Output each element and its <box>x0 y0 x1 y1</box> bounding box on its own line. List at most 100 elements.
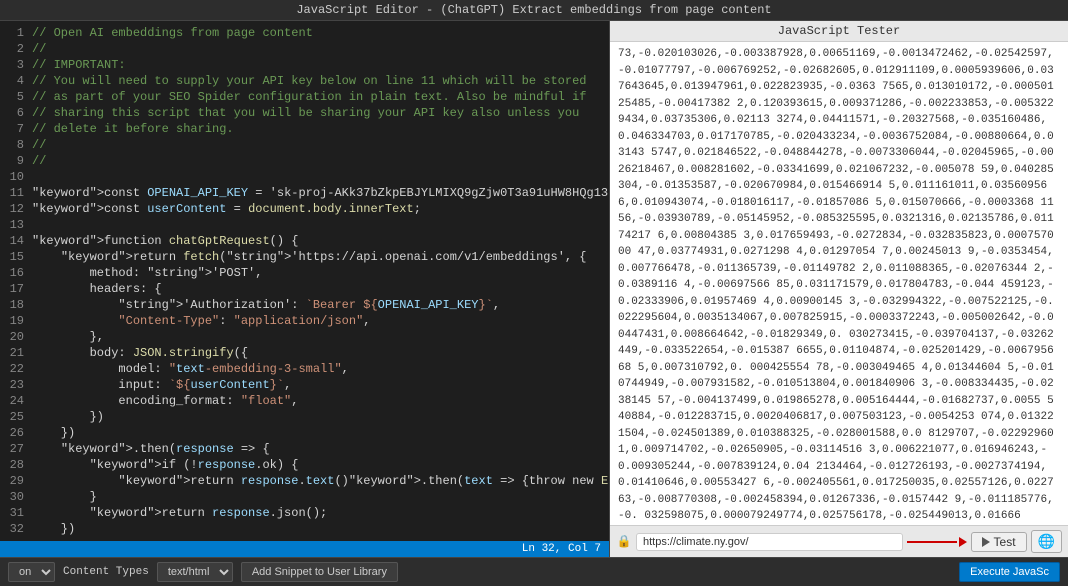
code-line: 25 }) <box>0 409 609 425</box>
code-line: 14"keyword">function chatGptRequest() { <box>0 233 609 249</box>
add-snippet-button[interactable]: Add Snippet to User Library <box>241 562 398 582</box>
tester-output[interactable]: 73,-0.020103026,-0.003387928,0.00651169,… <box>610 42 1068 525</box>
code-line: 24 encoding_format: "float", <box>0 393 609 409</box>
line-content: headers: { <box>32 281 609 297</box>
line-number: 11 <box>0 185 32 201</box>
line-content: "keyword">const OPENAI_API_KEY = 'sk-pro… <box>32 185 609 201</box>
line-content: // <box>32 41 609 57</box>
code-line: 26 }) <box>0 425 609 441</box>
line-number: 4 <box>0 73 32 89</box>
code-line: 9// <box>0 153 609 169</box>
line-content: body: JSON.stringify({ <box>32 345 609 361</box>
code-line: 27 "keyword">.then(response => { <box>0 441 609 457</box>
line-content: }, <box>32 329 609 345</box>
arrow-head <box>959 537 967 547</box>
code-line: 28 "keyword">if (!response.ok) { <box>0 457 609 473</box>
line-content: "keyword">if (!response.ok) { <box>32 457 609 473</box>
line-number: 27 <box>0 441 32 457</box>
line-number: 17 <box>0 281 32 297</box>
line-number: 20 <box>0 329 32 345</box>
test-button[interactable]: Test <box>971 532 1027 552</box>
globe-button[interactable]: 🌐 <box>1031 530 1062 553</box>
code-line: 10 <box>0 169 609 185</box>
line-number: 1 <box>0 25 32 41</box>
line-content: // Open AI embeddings from page content <box>32 25 609 41</box>
line-number: 16 <box>0 265 32 281</box>
mode-select[interactable]: on <box>8 562 55 582</box>
code-line: 30 } <box>0 489 609 505</box>
code-line: 20 }, <box>0 329 609 345</box>
code-area[interactable]: 1// Open AI embeddings from page content… <box>0 21 609 541</box>
code-line: 21 body: JSON.stringify({ <box>0 345 609 361</box>
code-editor: 1// Open AI embeddings from page content… <box>0 21 610 557</box>
code-line: 13 <box>0 217 609 233</box>
js-tester-panel: JavaScript Tester 73,-0.020103026,-0.003… <box>610 21 1068 557</box>
line-content: "keyword">.then(response => { <box>32 441 609 457</box>
line-content <box>32 169 609 185</box>
line-number: 5 <box>0 89 32 105</box>
bottom-toolbar: on Content Types text/html Add Snippet t… <box>0 557 1068 586</box>
line-content: input: `${userContent}`, <box>32 377 609 393</box>
code-line: 8// <box>0 137 609 153</box>
line-content <box>32 217 609 233</box>
line-number: 7 <box>0 121 32 137</box>
code-line: 32 }) <box>0 521 609 537</box>
line-content: } <box>32 489 609 505</box>
line-number: 21 <box>0 345 32 361</box>
line-content: "keyword">return response.json(); <box>32 505 609 521</box>
line-content: "keyword">const userContent = document.b… <box>32 201 609 217</box>
code-line: 12"keyword">const userContent = document… <box>0 201 609 217</box>
line-content: }) <box>32 409 609 425</box>
tester-title: JavaScript Tester <box>610 21 1068 42</box>
code-line: 7// delete it before sharing. <box>0 121 609 137</box>
line-content: // IMPORTANT: <box>32 57 609 73</box>
url-lock-icon: 🔒 <box>616 534 632 550</box>
line-content: encoding_format: "float", <box>32 393 609 409</box>
code-line: 4// You will need to supply your API key… <box>0 73 609 89</box>
code-line: 11"keyword">const OPENAI_API_KEY = 'sk-p… <box>0 185 609 201</box>
content-type-select[interactable]: text/html <box>157 562 233 582</box>
line-number: 29 <box>0 473 32 489</box>
line-content: // <box>32 137 609 153</box>
code-line: 19 "Content-Type": "application/json", <box>0 313 609 329</box>
line-content: "keyword">return fetch("string">'https:/… <box>32 249 609 265</box>
execute-button[interactable]: Execute JavaSc <box>959 562 1060 582</box>
test-button-label: Test <box>994 535 1016 549</box>
line-content: "keyword">return response.text()"keyword… <box>32 473 609 489</box>
line-number: 15 <box>0 249 32 265</box>
title-bar: JavaScript Editor - (ChatGPT) Extract em… <box>0 0 1068 21</box>
url-input[interactable] <box>636 533 903 551</box>
code-line: 23 input: `${userContent}`, <box>0 377 609 393</box>
line-content: "keyword">function chatGptRequest() { <box>32 233 609 249</box>
line-content: // as part of your SEO Spider configurat… <box>32 89 609 105</box>
arrow-line <box>907 541 957 543</box>
code-line: 3// IMPORTANT: <box>0 57 609 73</box>
code-line: 16 method: "string">'POST', <box>0 265 609 281</box>
line-number: 26 <box>0 425 32 441</box>
title-text: JavaScript Editor - (ChatGPT) Extract em… <box>296 3 771 17</box>
line-content: method: "string">'POST', <box>32 265 609 281</box>
arrow-indicator <box>907 537 967 547</box>
globe-icon: 🌐 <box>1038 533 1055 549</box>
line-number: 10 <box>0 169 32 185</box>
code-line: 29 "keyword">return response.text()"keyw… <box>0 473 609 489</box>
line-number: 23 <box>0 377 32 393</box>
line-content: }) <box>32 425 609 441</box>
line-number: 13 <box>0 217 32 233</box>
play-icon <box>982 537 990 547</box>
line-number: 3 <box>0 57 32 73</box>
line-number: 28 <box>0 457 32 473</box>
cursor-position: Ln 32, Col 7 <box>522 543 601 555</box>
code-line: 1// Open AI embeddings from page content <box>0 25 609 41</box>
code-status-bar: Ln 32, Col 7 <box>0 541 609 557</box>
code-line: 31 "keyword">return response.json(); <box>0 505 609 521</box>
line-number: 18 <box>0 297 32 313</box>
line-content: model: "text-embedding-3-small", <box>32 361 609 377</box>
line-number: 24 <box>0 393 32 409</box>
line-number: 30 <box>0 489 32 505</box>
line-number: 2 <box>0 41 32 57</box>
code-line: 2// <box>0 41 609 57</box>
line-content: }) <box>32 521 609 537</box>
code-line: 18 "string">'Authorization': `Bearer ${O… <box>0 297 609 313</box>
line-number: 19 <box>0 313 32 329</box>
